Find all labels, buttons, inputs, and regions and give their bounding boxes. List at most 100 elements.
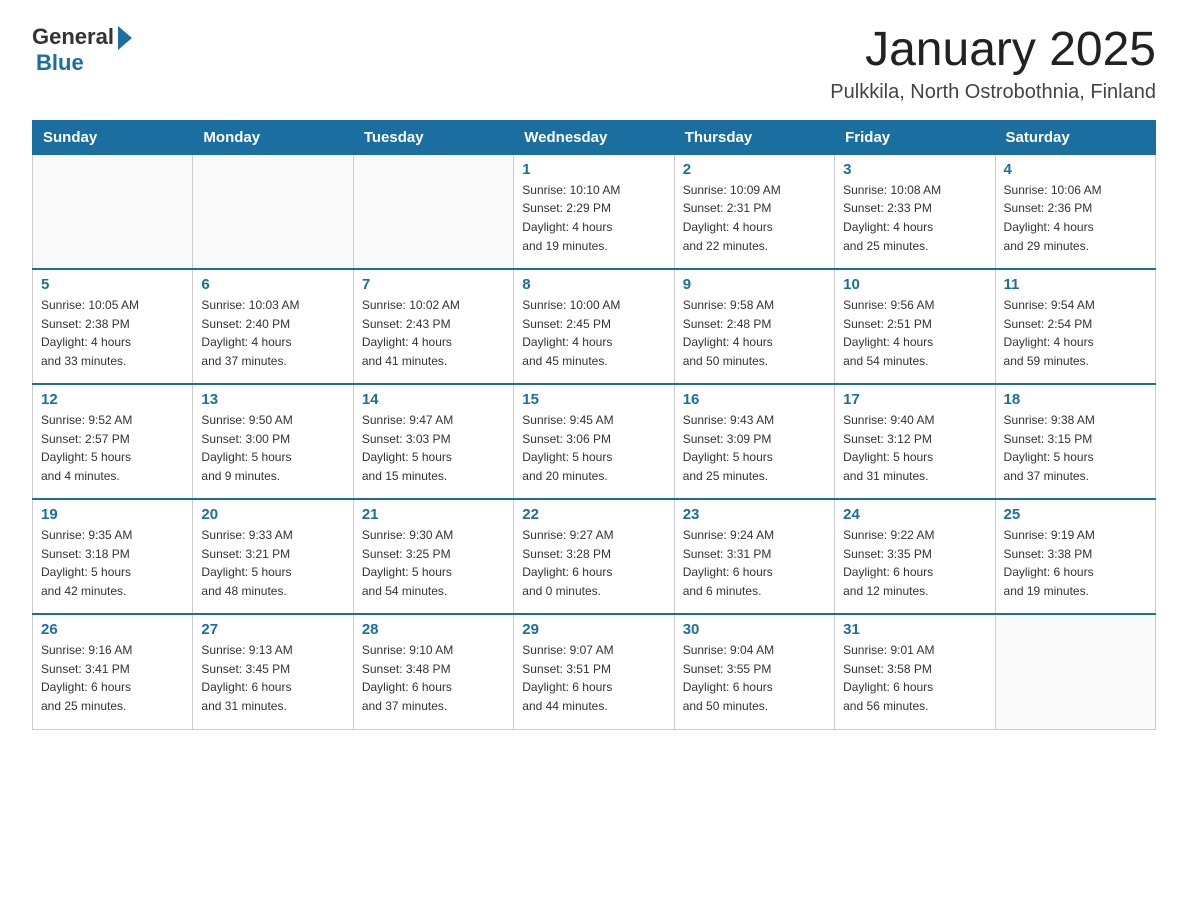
day-number: 22 bbox=[522, 506, 665, 523]
day-number: 12 bbox=[41, 391, 184, 408]
day-info: Sunrise: 9:50 AM Sunset: 3:00 PM Dayligh… bbox=[201, 411, 344, 485]
day-number: 27 bbox=[201, 621, 344, 638]
day-info: Sunrise: 10:02 AM Sunset: 2:43 PM Daylig… bbox=[362, 296, 505, 370]
calendar-day-cell: 30 Sunrise: 9:04 AM Sunset: 3:55 PM Dayli… bbox=[674, 614, 834, 729]
weekday-header-friday: Friday bbox=[835, 120, 995, 154]
day-number: 30 bbox=[683, 621, 826, 638]
day-info: Sunrise: 9:01 AM Sunset: 3:58 PM Dayligh… bbox=[843, 641, 986, 715]
weekday-header-monday: Monday bbox=[193, 120, 353, 154]
day-number: 5 bbox=[41, 276, 184, 293]
day-number: 10 bbox=[843, 276, 986, 293]
day-number: 23 bbox=[683, 506, 826, 523]
page-title: January 2025 bbox=[830, 24, 1156, 77]
calendar-day-cell: 18 Sunrise: 9:38 AM Sunset: 3:15 PM Dayli… bbox=[995, 384, 1155, 499]
day-number: 28 bbox=[362, 621, 505, 638]
day-number: 11 bbox=[1004, 276, 1147, 293]
calendar-day-cell bbox=[193, 154, 353, 269]
calendar-day-cell: 5 Sunrise: 10:05 AM Sunset: 2:38 PM Dayli… bbox=[33, 269, 193, 384]
day-number: 21 bbox=[362, 506, 505, 523]
calendar-week-row: 26 Sunrise: 9:16 AM Sunset: 3:41 PM Dayli… bbox=[33, 614, 1156, 729]
weekday-header-row: SundayMondayTuesdayWednesdayThursdayFrid… bbox=[33, 120, 1156, 154]
day-number: 25 bbox=[1004, 506, 1147, 523]
day-number: 31 bbox=[843, 621, 986, 638]
day-info: Sunrise: 9:22 AM Sunset: 3:35 PM Dayligh… bbox=[843, 526, 986, 600]
day-info: Sunrise: 9:07 AM Sunset: 3:51 PM Dayligh… bbox=[522, 641, 665, 715]
calendar-body: 1Sunrise: 10:10 AM Sunset: 2:29 PM Dayli… bbox=[33, 154, 1156, 729]
calendar-day-cell: 13 Sunrise: 9:50 AM Sunset: 3:00 PM Dayli… bbox=[193, 384, 353, 499]
day-number: 13 bbox=[201, 391, 344, 408]
weekday-header-saturday: Saturday bbox=[995, 120, 1155, 154]
calendar-day-cell: 4Sunrise: 10:06 AM Sunset: 2:36 PM Dayli… bbox=[995, 154, 1155, 269]
calendar-day-cell: 1Sunrise: 10:10 AM Sunset: 2:29 PM Dayli… bbox=[514, 154, 674, 269]
page-subtitle: Pulkkila, North Ostrobothnia, Finland bbox=[830, 81, 1156, 104]
day-number: 17 bbox=[843, 391, 986, 408]
day-info: Sunrise: 9:43 AM Sunset: 3:09 PM Dayligh… bbox=[683, 411, 826, 485]
day-info: Sunrise: 10:05 AM Sunset: 2:38 PM Daylig… bbox=[41, 296, 184, 370]
day-info: Sunrise: 10:09 AM Sunset: 2:31 PM Daylig… bbox=[683, 181, 826, 255]
logo-general-text: General bbox=[32, 24, 114, 50]
day-number: 1 bbox=[522, 161, 665, 178]
calendar-day-cell: 17Sunrise: 9:40 AM Sunset: 3:12 PM Dayli… bbox=[835, 384, 995, 499]
calendar-day-cell bbox=[353, 154, 513, 269]
calendar-day-cell: 23 Sunrise: 9:24 AM Sunset: 3:31 PM Dayli… bbox=[674, 499, 834, 614]
calendar-day-cell: 26 Sunrise: 9:16 AM Sunset: 3:41 PM Dayli… bbox=[33, 614, 193, 729]
calendar-week-row: 5 Sunrise: 10:05 AM Sunset: 2:38 PM Dayli… bbox=[33, 269, 1156, 384]
calendar-day-cell: 31 Sunrise: 9:01 AM Sunset: 3:58 PM Dayli… bbox=[835, 614, 995, 729]
calendar-day-cell: 24 Sunrise: 9:22 AM Sunset: 3:35 PM Dayli… bbox=[835, 499, 995, 614]
day-info: Sunrise: 9:38 AM Sunset: 3:15 PM Dayligh… bbox=[1004, 411, 1147, 485]
day-info: Sunrise: 9:04 AM Sunset: 3:55 PM Dayligh… bbox=[683, 641, 826, 715]
calendar-day-cell: 19Sunrise: 9:35 AM Sunset: 3:18 PM Dayli… bbox=[33, 499, 193, 614]
day-info: Sunrise: 9:58 AM Sunset: 2:48 PM Dayligh… bbox=[683, 296, 826, 370]
calendar-day-cell: 10Sunrise: 9:56 AM Sunset: 2:51 PM Dayli… bbox=[835, 269, 995, 384]
calendar-day-cell: 29 Sunrise: 9:07 AM Sunset: 3:51 PM Dayli… bbox=[514, 614, 674, 729]
calendar-day-cell: 27 Sunrise: 9:13 AM Sunset: 3:45 PM Dayli… bbox=[193, 614, 353, 729]
calendar-day-cell: 25 Sunrise: 9:19 AM Sunset: 3:38 PM Dayli… bbox=[995, 499, 1155, 614]
day-info: Sunrise: 10:03 AM Sunset: 2:40 PM Daylig… bbox=[201, 296, 344, 370]
title-block: January 2025 Pulkkila, North Ostrobothni… bbox=[830, 24, 1156, 104]
day-number: 6 bbox=[201, 276, 344, 293]
weekday-header-wednesday: Wednesday bbox=[514, 120, 674, 154]
calendar-day-cell: 11Sunrise: 9:54 AM Sunset: 2:54 PM Dayli… bbox=[995, 269, 1155, 384]
logo-arrow-icon bbox=[118, 26, 132, 50]
calendar-day-cell: 22Sunrise: 9:27 AM Sunset: 3:28 PM Dayli… bbox=[514, 499, 674, 614]
day-info: Sunrise: 9:16 AM Sunset: 3:41 PM Dayligh… bbox=[41, 641, 184, 715]
calendar-week-row: 19Sunrise: 9:35 AM Sunset: 3:18 PM Dayli… bbox=[33, 499, 1156, 614]
day-number: 8 bbox=[522, 276, 665, 293]
calendar-day-cell: 28Sunrise: 9:10 AM Sunset: 3:48 PM Dayli… bbox=[353, 614, 513, 729]
day-info: Sunrise: 10:08 AM Sunset: 2:33 PM Daylig… bbox=[843, 181, 986, 255]
day-number: 29 bbox=[522, 621, 665, 638]
calendar-day-cell bbox=[995, 614, 1155, 729]
day-number: 18 bbox=[1004, 391, 1147, 408]
day-number: 4 bbox=[1004, 161, 1147, 178]
calendar-day-cell: 15Sunrise: 9:45 AM Sunset: 3:06 PM Dayli… bbox=[514, 384, 674, 499]
calendar-day-cell: 2Sunrise: 10:09 AM Sunset: 2:31 PM Dayli… bbox=[674, 154, 834, 269]
calendar-day-cell: 14 Sunrise: 9:47 AM Sunset: 3:03 PM Dayli… bbox=[353, 384, 513, 499]
weekday-header-tuesday: Tuesday bbox=[353, 120, 513, 154]
logo-blue-text: Blue bbox=[36, 50, 84, 76]
calendar-day-cell: 16 Sunrise: 9:43 AM Sunset: 3:09 PM Dayli… bbox=[674, 384, 834, 499]
calendar-day-cell: 12Sunrise: 9:52 AM Sunset: 2:57 PM Dayli… bbox=[33, 384, 193, 499]
day-number: 16 bbox=[683, 391, 826, 408]
day-number: 24 bbox=[843, 506, 986, 523]
calendar-week-row: 1Sunrise: 10:10 AM Sunset: 2:29 PM Dayli… bbox=[33, 154, 1156, 269]
day-info: Sunrise: 9:19 AM Sunset: 3:38 PM Dayligh… bbox=[1004, 526, 1147, 600]
day-number: 20 bbox=[201, 506, 344, 523]
day-info: Sunrise: 9:13 AM Sunset: 3:45 PM Dayligh… bbox=[201, 641, 344, 715]
day-info: Sunrise: 9:33 AM Sunset: 3:21 PM Dayligh… bbox=[201, 526, 344, 600]
day-number: 14 bbox=[362, 391, 505, 408]
calendar-table: SundayMondayTuesdayWednesdayThursdayFrid… bbox=[32, 120, 1156, 730]
calendar-day-cell: 21Sunrise: 9:30 AM Sunset: 3:25 PM Dayli… bbox=[353, 499, 513, 614]
day-info: Sunrise: 9:24 AM Sunset: 3:31 PM Dayligh… bbox=[683, 526, 826, 600]
calendar-day-cell: 20 Sunrise: 9:33 AM Sunset: 3:21 PM Dayli… bbox=[193, 499, 353, 614]
day-info: Sunrise: 9:47 AM Sunset: 3:03 PM Dayligh… bbox=[362, 411, 505, 485]
day-number: 26 bbox=[41, 621, 184, 638]
day-number: 15 bbox=[522, 391, 665, 408]
logo: General Blue bbox=[32, 24, 132, 76]
day-number: 19 bbox=[41, 506, 184, 523]
weekday-header-sunday: Sunday bbox=[33, 120, 193, 154]
calendar-day-cell: 3Sunrise: 10:08 AM Sunset: 2:33 PM Dayli… bbox=[835, 154, 995, 269]
day-number: 9 bbox=[683, 276, 826, 293]
calendar-day-cell: 6 Sunrise: 10:03 AM Sunset: 2:40 PM Dayli… bbox=[193, 269, 353, 384]
calendar-day-cell: 9 Sunrise: 9:58 AM Sunset: 2:48 PM Daylig… bbox=[674, 269, 834, 384]
calendar-week-row: 12Sunrise: 9:52 AM Sunset: 2:57 PM Dayli… bbox=[33, 384, 1156, 499]
